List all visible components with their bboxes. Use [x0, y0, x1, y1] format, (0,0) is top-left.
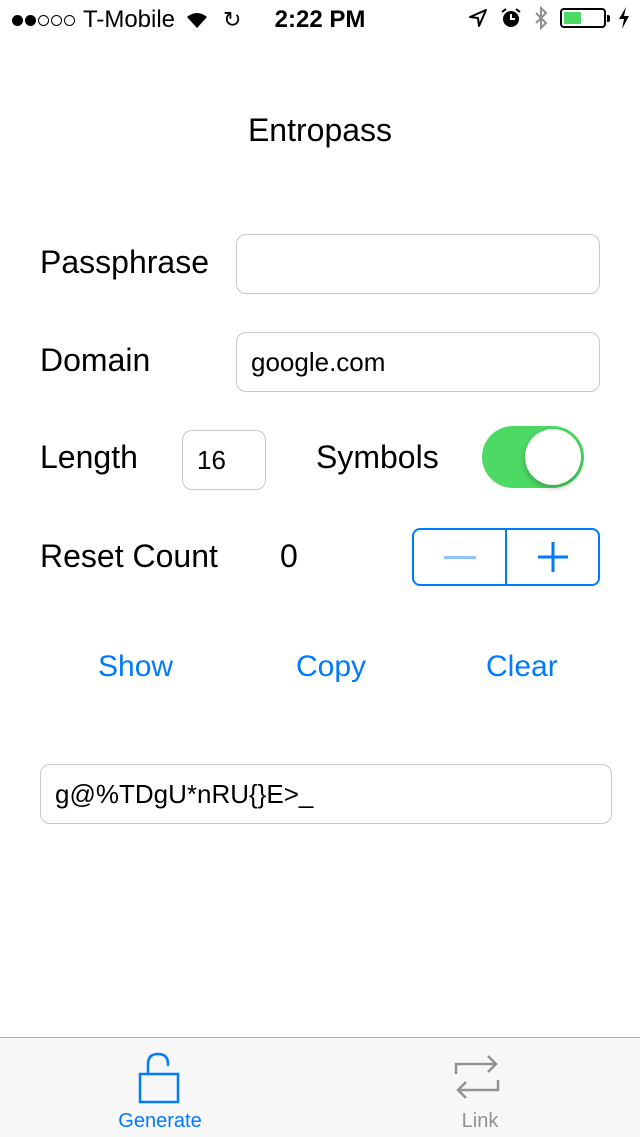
reset-count-stepper — [412, 528, 600, 586]
alarm-icon — [501, 8, 521, 27]
battery-icon — [560, 8, 610, 28]
generated-password-field[interactable] — [40, 764, 612, 824]
reset-count-value: 0 — [280, 538, 298, 574]
toggle-knob — [525, 429, 581, 485]
bluetooth-icon — [535, 6, 548, 30]
decrement-button[interactable] — [414, 530, 507, 584]
passphrase-input[interactable] — [236, 234, 600, 294]
tab-generate-label: Generate — [118, 1110, 202, 1132]
length-label: Length — [40, 439, 138, 475]
location-icon — [469, 9, 487, 27]
unlock-icon — [138, 1052, 180, 1104]
show-button[interactable]: Show — [98, 650, 173, 684]
increment-button[interactable] — [507, 530, 598, 584]
battery-level — [564, 12, 581, 24]
reset-count-label: Reset Count — [40, 538, 218, 574]
plus-icon — [537, 542, 568, 572]
tab-generate[interactable]: Generate — [0, 1038, 320, 1137]
link-arrows-icon — [454, 1055, 500, 1099]
domain-label: Domain — [40, 342, 151, 378]
minus-icon — [443, 555, 476, 559]
length-input[interactable] — [182, 430, 266, 490]
copy-button[interactable]: Copy — [296, 650, 366, 684]
tab-link-label: Link — [461, 1110, 499, 1132]
clear-button[interactable]: Clear — [486, 650, 558, 684]
page-title: Entropass — [247, 112, 393, 148]
symbols-label: Symbols — [316, 439, 439, 475]
tab-bar: Generate Link — [0, 1037, 640, 1137]
passphrase-label: Passphrase — [40, 244, 209, 280]
symbols-toggle[interactable] — [482, 426, 584, 488]
domain-input[interactable] — [236, 332, 600, 392]
charging-icon — [619, 7, 629, 29]
status-bar: T-Mobile ↻ 2:22 PM — [0, 0, 640, 40]
status-right — [468, 6, 630, 30]
tab-link[interactable]: Link — [320, 1038, 640, 1137]
